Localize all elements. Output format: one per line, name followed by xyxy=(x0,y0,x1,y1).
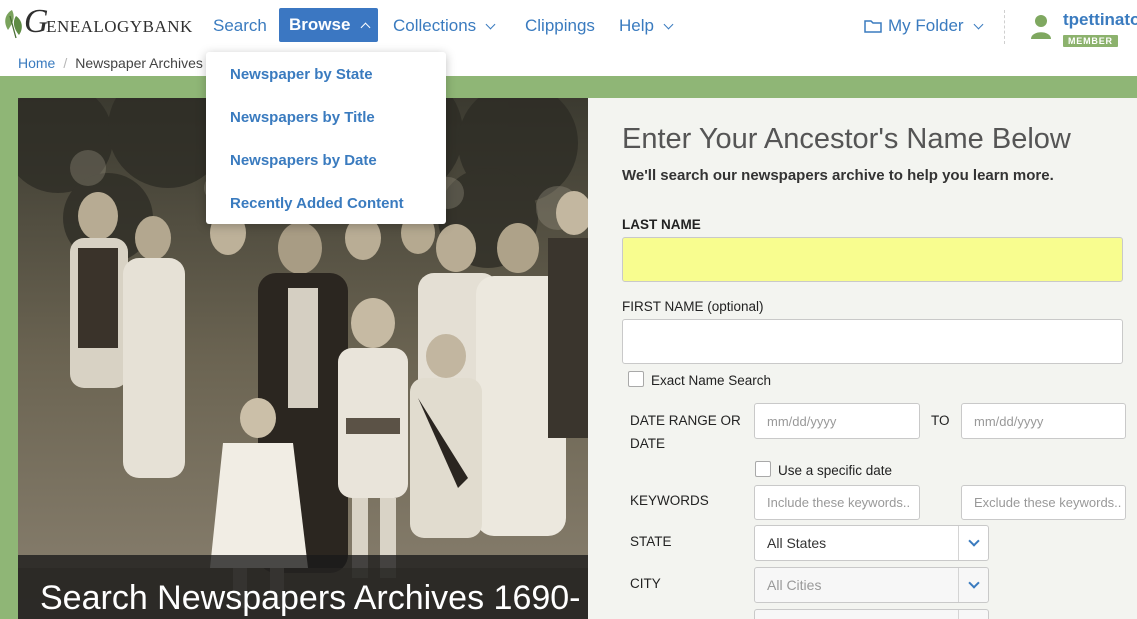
my-folder-menu[interactable]: My Folder xyxy=(864,12,984,40)
nav-clippings[interactable]: Clippings xyxy=(525,10,595,42)
first-name-label: FIRST NAME (optional) xyxy=(622,299,764,314)
my-folder-label: My Folder xyxy=(888,16,964,35)
menu-item-newspaper-by-state[interactable]: Newspaper by State xyxy=(230,66,373,83)
include-keywords-input[interactable]: Include these keywords.. xyxy=(754,485,920,520)
logo-wordmark: G ENEALOGYBANK xyxy=(24,3,193,41)
date-from-input[interactable]: mm/dd/yyyy xyxy=(754,403,920,439)
last-name-input[interactable] xyxy=(622,237,1123,282)
user-account[interactable]: tpettinato MEMBER xyxy=(1030,10,1137,50)
chevron-up-icon xyxy=(360,22,371,32)
user-avatar-icon xyxy=(1031,15,1051,39)
menu-item-newspapers-by-date[interactable]: Newspapers by Date xyxy=(230,152,377,169)
top-navigation: G ENEALOGYBANK Search Browse Collections… xyxy=(0,0,1137,50)
nav-divider xyxy=(1004,10,1005,44)
date-range-label-2: DATE xyxy=(630,436,666,451)
nav-search[interactable]: Search xyxy=(213,10,267,42)
chevron-down-icon xyxy=(958,610,988,619)
hero-caption-bar: Search Newspapers Archives 1690- xyxy=(18,555,588,619)
form-subtitle: We'll search our newspapers archive to h… xyxy=(622,167,1054,184)
nav-collections-label: Collections xyxy=(393,16,477,35)
logo-text: ENEALOGYBANK xyxy=(46,17,193,36)
last-name-label: LAST NAME xyxy=(622,217,701,232)
nav-browse[interactable]: Browse xyxy=(279,8,378,42)
menu-item-recently-added[interactable]: Recently Added Content xyxy=(230,195,404,212)
form-title: Enter Your Ancestor's Name Below xyxy=(622,123,1071,155)
chevron-down-icon xyxy=(958,568,988,602)
exclude-keywords-input[interactable]: Exclude these keywords.. xyxy=(961,485,1126,520)
breadcrumb-home[interactable]: Home xyxy=(18,55,55,71)
next-select-partial[interactable] xyxy=(754,609,989,619)
ancestor-search-form: Enter Your Ancestor's Name Below We'll s… xyxy=(588,98,1137,619)
keywords-label: KEYWORDS xyxy=(630,493,709,508)
nav-browse-label: Browse xyxy=(289,15,351,34)
nav-clippings-label: Clippings xyxy=(525,16,595,35)
state-select[interactable]: All States xyxy=(754,525,989,561)
menu-item-newspapers-by-title[interactable]: Newspapers by Title xyxy=(230,109,375,126)
city-select-value: All Cities xyxy=(767,577,822,593)
date-to-input[interactable]: mm/dd/yyyy xyxy=(961,403,1126,439)
city-label: CITY xyxy=(630,576,661,591)
state-select-value: All States xyxy=(767,535,827,551)
nav-collections[interactable]: Collections xyxy=(393,10,496,42)
user-name: tpettinato xyxy=(1063,10,1137,29)
exact-name-checkbox[interactable] xyxy=(628,371,644,387)
chevron-down-icon xyxy=(485,19,496,29)
date-to-label: TO xyxy=(931,413,950,428)
exact-name-label: Exact Name Search xyxy=(651,373,772,388)
chevron-down-icon xyxy=(663,19,674,29)
breadcrumb: Home / Newspaper Archives xyxy=(18,55,203,71)
nav-help-label: Help xyxy=(619,16,654,35)
breadcrumb-current: Newspaper Archives xyxy=(75,55,203,71)
browse-dropdown-menu: Newspaper by State Newspapers by Title N… xyxy=(206,52,446,224)
specific-date-label: Use a specific date xyxy=(778,463,893,478)
folder-icon xyxy=(864,20,882,33)
nav-search-label: Search xyxy=(213,16,267,35)
specific-date-checkbox[interactable] xyxy=(755,461,771,477)
chevron-down-icon xyxy=(973,19,984,29)
nav-help[interactable]: Help xyxy=(619,10,674,42)
state-label: STATE xyxy=(630,534,672,549)
date-range-label: DATE RANGE OR xyxy=(630,413,741,428)
member-badge: MEMBER xyxy=(1063,35,1118,47)
chevron-down-icon xyxy=(958,526,988,560)
genealogybank-logo[interactable]: G ENEALOGYBANK xyxy=(2,0,193,44)
breadcrumb-separator: / xyxy=(63,55,68,71)
first-name-input[interactable] xyxy=(622,319,1123,364)
hero-caption: Search Newspapers Archives 1690- xyxy=(40,579,581,617)
city-select[interactable]: All Cities xyxy=(754,567,989,603)
